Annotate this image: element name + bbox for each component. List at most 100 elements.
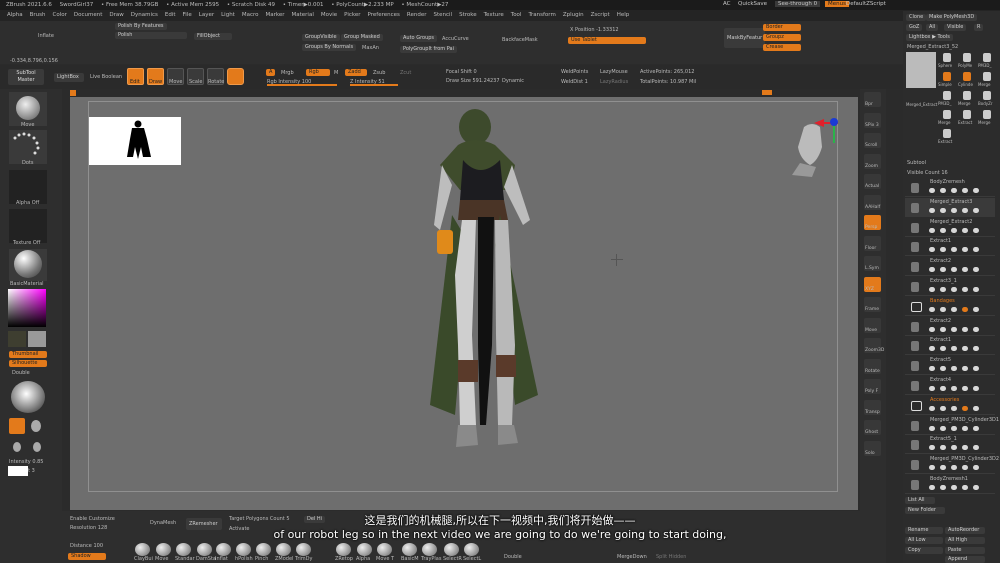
move-button[interactable]: Move: [167, 68, 184, 85]
subtool-item[interactable]: Merged_Extract3: [905, 197, 995, 217]
view-tool-button[interactable]: SPix 3: [864, 112, 881, 128]
visibility-toggle-icon[interactable]: [973, 346, 979, 352]
visibility-toggle-icon[interactable]: [951, 485, 957, 490]
intensity-slider[interactable]: Intensity 0.85: [9, 459, 44, 465]
subtool-header[interactable]: Subtool: [907, 160, 926, 166]
visibility-toggle-icon[interactable]: [929, 346, 935, 352]
visibility-toggle-icon[interactable]: [929, 425, 935, 431]
double-label[interactable]: Double: [12, 370, 30, 376]
primary-color-swatch[interactable]: [8, 331, 26, 347]
canvas-area[interactable]: [70, 97, 858, 510]
visibility-toggle-icon[interactable]: [929, 227, 935, 233]
weld-dist-slider[interactable]: WeldDist 1: [561, 79, 588, 85]
tool-thumbnail[interactable]: PM3D_: [978, 52, 996, 69]
bulb-off-icon[interactable]: [31, 420, 41, 432]
use-tablet-toggle[interactable]: Use Tablet: [568, 37, 646, 44]
bulb-small-icon[interactable]: [13, 442, 21, 452]
view-tool-button[interactable]: Zoom: [864, 153, 881, 169]
brush-icon[interactable]: [216, 543, 231, 556]
make-polymesh-button[interactable]: Make PolyMesh3D: [926, 14, 978, 21]
group-masked-button[interactable]: Group Masked: [341, 34, 383, 41]
auto-groups-button[interactable]: Auto Groups: [400, 35, 438, 42]
subtool-item[interactable]: Extract2: [905, 317, 995, 336]
lightbox-button[interactable]: LightBox: [54, 73, 84, 82]
visibility-toggle-icon[interactable]: [940, 386, 946, 391]
merge-down-button[interactable]: MergeDown: [617, 554, 647, 560]
visibility-toggle-icon[interactable]: [973, 485, 979, 490]
visibility-toggle-icon[interactable]: [940, 227, 946, 233]
view-tool-button[interactable]: AAHalf: [864, 194, 881, 210]
menu-item[interactable]: File: [183, 12, 192, 18]
subtool-item[interactable]: Accessories: [905, 396, 995, 415]
visibility-toggle-icon[interactable]: [951, 405, 957, 411]
visibility-toggle-icon[interactable]: [951, 425, 957, 431]
visibility-toggle-icon[interactable]: [951, 366, 957, 372]
brush-icon[interactable]: [464, 543, 479, 556]
brush-icon[interactable]: [176, 543, 191, 556]
tool-thumbnail[interactable]: Cylinde: [958, 71, 976, 88]
clone-button[interactable]: Clone: [906, 14, 927, 21]
visibility-toggle-icon[interactable]: [973, 267, 979, 273]
view-tool-button[interactable]: Rotate: [864, 358, 881, 374]
subtool-toggles[interactable]: [929, 425, 989, 431]
menu-item[interactable]: Draw: [109, 12, 123, 18]
visibility-toggle-icon[interactable]: [940, 306, 946, 312]
visibility-toggle-icon[interactable]: [940, 346, 946, 352]
visibility-toggle-icon[interactable]: [973, 326, 979, 332]
visibility-toggle-icon[interactable]: [951, 188, 957, 193]
brush-icon[interactable]: [377, 543, 392, 556]
subtool-toggles[interactable]: [929, 405, 989, 411]
menu-item[interactable]: Movie: [321, 12, 337, 18]
menu-item[interactable]: Transform: [528, 12, 555, 18]
visibility-toggle-icon[interactable]: [962, 267, 968, 273]
current-tool-thumbnail[interactable]: [906, 52, 936, 88]
a-toggle[interactable]: A: [266, 69, 276, 76]
visibility-toggle-icon[interactable]: [962, 188, 968, 193]
character-model[interactable]: [400, 105, 580, 465]
subtool-toggles[interactable]: [929, 306, 989, 312]
visibility-toggle-icon[interactable]: [973, 188, 979, 193]
visibility-toggle-icon[interactable]: [940, 405, 946, 411]
color-picker[interactable]: [8, 289, 46, 327]
zsub-toggle[interactable]: Zsub: [373, 70, 385, 76]
menu-item[interactable]: Stroke: [459, 12, 477, 18]
visibility-toggle-icon[interactable]: [962, 247, 968, 253]
visibility-toggle-icon[interactable]: [929, 267, 935, 273]
visibility-toggle-icon[interactable]: [951, 306, 957, 312]
subtool-item[interactable]: Extract2: [905, 257, 995, 277]
light-sphere[interactable]: [11, 381, 45, 413]
visibility-toggle-icon[interactable]: [929, 188, 935, 193]
menu-item[interactable]: Document: [74, 12, 103, 18]
menu-item[interactable]: Brush: [30, 12, 46, 18]
visibility-toggle-icon[interactable]: [940, 267, 946, 273]
brush-icon[interactable]: [276, 543, 291, 556]
visibility-toggle-icon[interactable]: [973, 425, 979, 431]
mask-by-feature-button[interactable]: MaskByFeatur: [724, 28, 766, 48]
bulb-icon[interactable]: [9, 418, 25, 434]
goz-button[interactable]: GoZ: [906, 24, 923, 31]
view-tool-button[interactable]: Transp: [864, 399, 881, 415]
inflate-button[interactable]: Inflate: [38, 33, 54, 39]
menu-item[interactable]: Edit: [165, 12, 176, 18]
groups-by-normals-button[interactable]: Groups By Normals: [302, 44, 357, 51]
visibility-toggle-icon[interactable]: [962, 227, 968, 233]
visibility-toggle-icon[interactable]: [973, 405, 979, 411]
append-button[interactable]: Append: [945, 556, 985, 563]
brush-icon[interactable]: [236, 543, 251, 556]
visibility-toggle-icon[interactable]: [962, 366, 968, 372]
visibility-toggle-icon[interactable]: [962, 425, 968, 431]
scale-button[interactable]: Scale: [187, 68, 204, 85]
tool-thumbnail[interactable]: PM3D_: [938, 90, 956, 107]
subtool-item[interactable]: BodyZremesh: [905, 178, 995, 197]
visibility-toggle-icon[interactable]: [962, 306, 968, 312]
orientation-head-icon[interactable]: [782, 113, 842, 183]
menu-item[interactable]: Alpha: [7, 12, 23, 18]
visibility-toggle-icon[interactable]: [929, 287, 935, 292]
x-position-slider[interactable]: X Position -1.33312: [570, 27, 619, 33]
visibility-toggle-icon[interactable]: [962, 207, 968, 213]
polygroupit-button[interactable]: PolyGroupIt from Pai: [400, 46, 457, 53]
visibility-toggle-icon[interactable]: [951, 326, 957, 332]
lazy-radius-slider[interactable]: LazyRadius: [600, 79, 628, 85]
visibility-toggle-icon[interactable]: [951, 247, 957, 253]
subtool-item[interactable]: Extract1: [905, 336, 995, 356]
